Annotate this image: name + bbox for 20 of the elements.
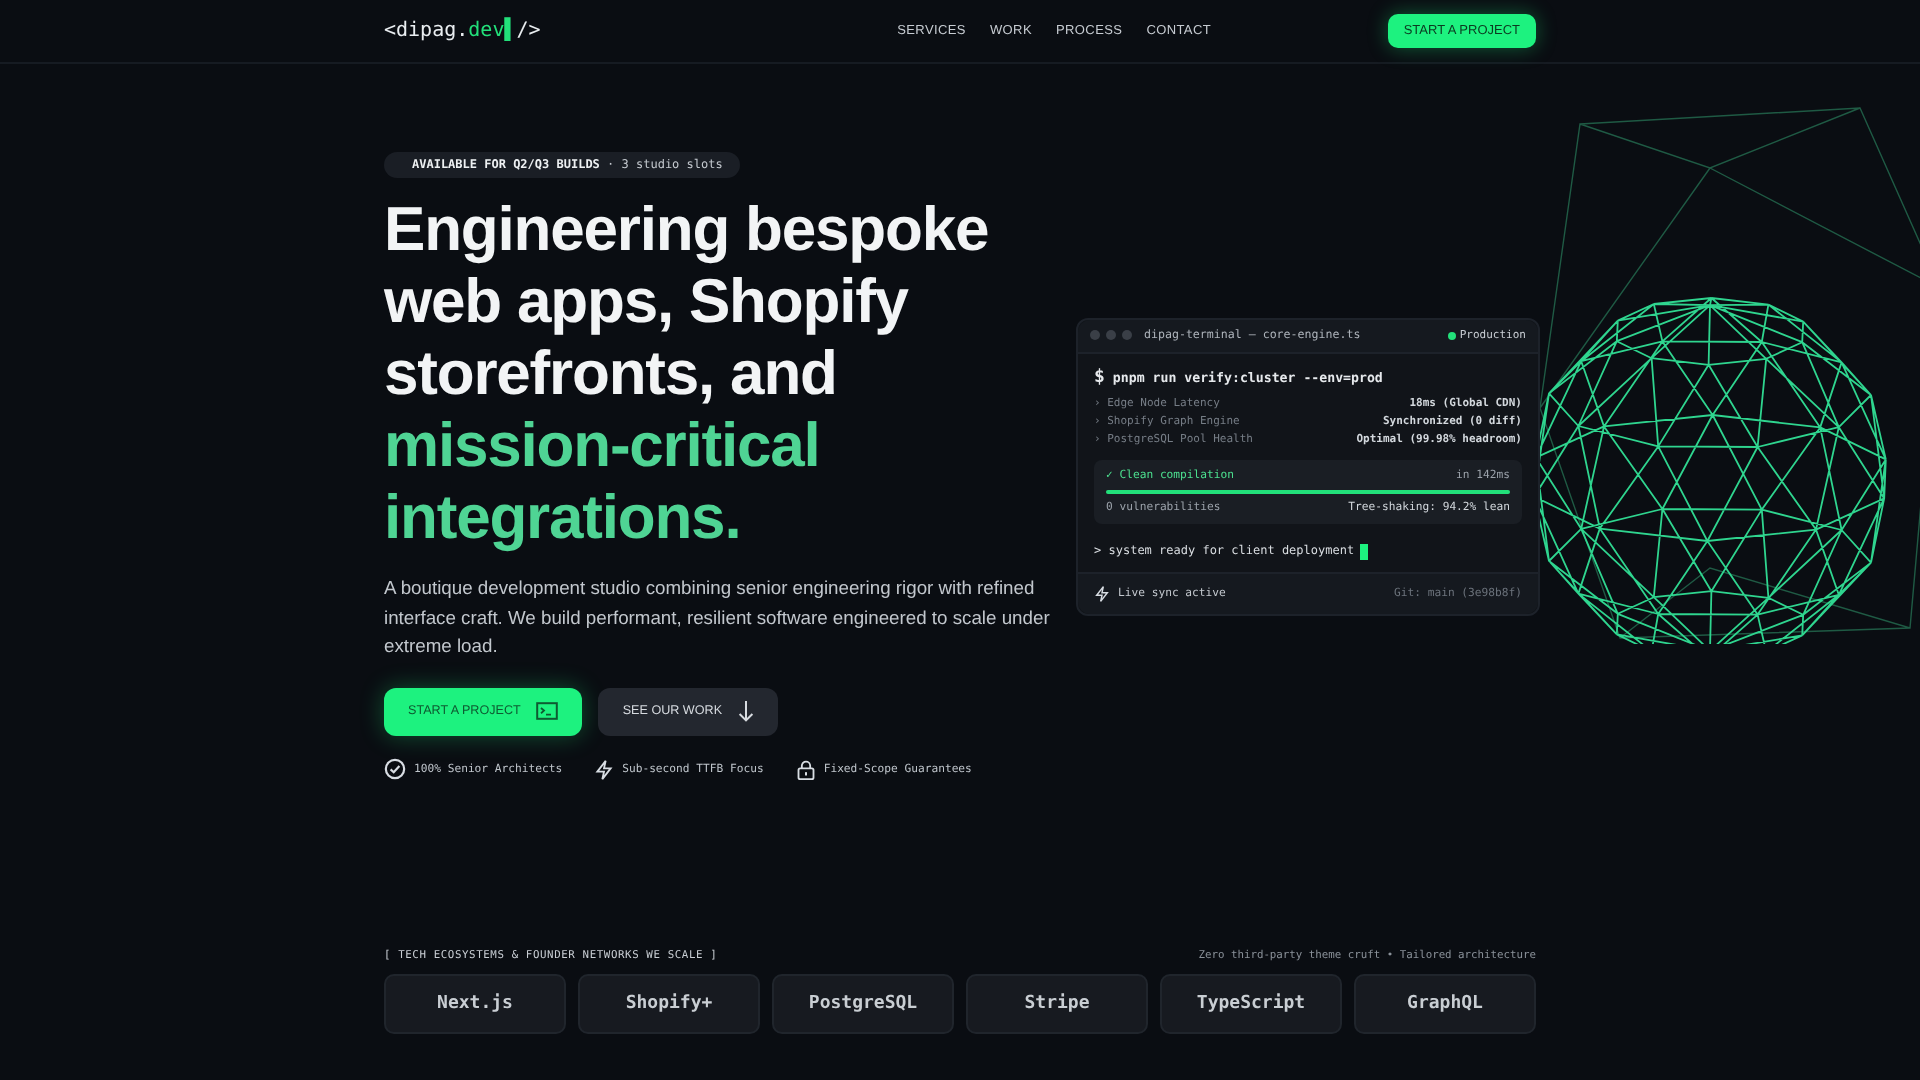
window-dot[interactable] <box>1106 330 1116 341</box>
terminal-icon <box>536 702 559 720</box>
cursor-block <box>1360 543 1369 560</box>
check-badge-icon <box>384 758 406 780</box>
intro-paragraph: A boutique development studio combining senior engineering rigor with refined interface craft. We build performant, resilient software engineered to scale under extreme load. <box>384 574 1052 660</box>
headline: Engineering bespoke web apps, Shopify storefronts, and mission-critical integrations. <box>384 194 991 554</box>
arrow-down-icon <box>738 700 755 722</box>
prompt-sign: $ <box>1094 367 1105 388</box>
tech-tile: Stripe <box>966 973 1148 1033</box>
tech-tile: Next.js <box>384 973 566 1033</box>
lightning-icon <box>1094 583 1110 604</box>
tech-tile: GraphQL <box>1354 973 1536 1033</box>
tech-tile: PostgreSQL <box>772 973 954 1033</box>
window-dot[interactable] <box>1122 330 1132 341</box>
logo[interactable]: <dipag.dev▌/> <box>384 20 541 42</box>
lightning-icon <box>594 757 615 781</box>
tech-tile: Shopify+ <box>578 973 760 1033</box>
window-dot[interactable] <box>1090 330 1100 341</box>
tech-tile: TypeScript <box>1160 973 1342 1033</box>
lock-icon <box>795 757 816 781</box>
